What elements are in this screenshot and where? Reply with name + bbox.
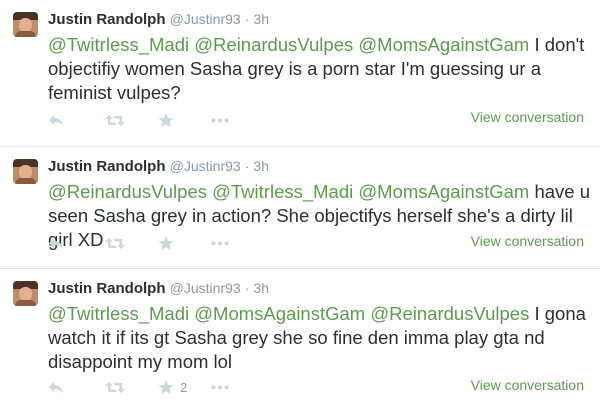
retweet-button[interactable] [105,237,158,250]
mention-link[interactable]: @MomsAgainstGam [358,181,529,202]
timestamp[interactable]: · 3h [245,280,269,296]
retweet-button[interactable] [105,381,158,394]
tweet-header: Justin Randolph @Justinr93 · 3h [48,9,269,30]
timestamp[interactable]: · 3h [245,11,269,27]
more-button[interactable] [211,385,229,390]
favorite-button[interactable] [158,112,211,128]
tweet-text: @Twitrless_Madi @ReinardusVulpes @MomsAg… [48,33,593,105]
user-handle[interactable]: @Justinr93 [170,11,241,27]
mention-link[interactable]: @ReinardusVulpes [194,34,353,55]
user-name[interactable]: Justin Randolph [48,158,166,175]
tweet: Justin Randolph @Justinr93 · 3h @Twitrle… [0,268,600,408]
tweet-text: @Twitrless_Madi @MomsAgainstGam @Reinard… [48,302,593,374]
tweet-actions [48,233,229,253]
more-icon [211,241,229,245]
more-icon [211,118,229,122]
reply-button[interactable] [48,381,105,394]
user-handle[interactable]: @Justinr93 [170,158,241,174]
reply-icon [49,114,63,126]
star-icon [158,112,174,127]
view-conversation-link[interactable]: View conversation [471,233,584,249]
retweet-icon [105,114,125,126]
user-handle[interactable]: @Justinr93 [170,280,241,296]
more-icon [211,385,229,389]
user-name[interactable]: Justin Randolph [48,11,166,28]
tweet: Justin Randolph @Justinr93 · 3h @Twitrle… [0,0,600,146]
mention-link[interactable]: @ReinardusVulpes [48,181,207,202]
tweet-header: Justin Randolph @Justinr93 · 3h [48,156,269,177]
retweet-button[interactable] [105,114,158,127]
view-conversation-link[interactable]: View conversation [471,377,584,393]
tweet-header: Justin Randolph @Justinr93 · 3h [48,278,269,299]
favorite-button[interactable]: 2 [158,379,211,395]
more-button[interactable] [211,118,229,123]
reply-button[interactable] [48,114,105,127]
view-conversation-link[interactable]: View conversation [471,109,584,125]
mention-link[interactable]: @MomsAgainstGam [358,34,529,55]
more-button[interactable] [211,241,229,246]
tweet-actions: 2 [48,377,229,397]
reply-icon [49,381,63,393]
star-icon [158,235,174,250]
user-name[interactable]: Justin Randolph [48,280,166,297]
mention-link[interactable]: @Twitrless_Madi [48,34,189,55]
tweet-actions [48,110,229,130]
retweet-icon [105,381,125,393]
mention-link[interactable]: @ReinardusVulpes [370,303,529,324]
star-icon [158,379,174,394]
favorite-button[interactable] [158,235,211,251]
retweet-icon [105,237,125,249]
avatar[interactable] [13,281,38,306]
mention-link[interactable]: @Twitrless_Madi [48,303,189,324]
mention-link[interactable]: @Twitrless_Madi [212,181,353,202]
avatar[interactable] [13,12,38,37]
tweet: Justin Randolph @Justinr93 · 3h @Reinard… [0,146,600,268]
reply-icon [49,237,63,249]
avatar[interactable] [13,159,38,184]
timestamp[interactable]: · 3h [245,158,269,174]
favorite-count: 2 [180,379,188,395]
mention-link[interactable]: @MomsAgainstGam [194,303,365,324]
reply-button[interactable] [48,237,105,250]
